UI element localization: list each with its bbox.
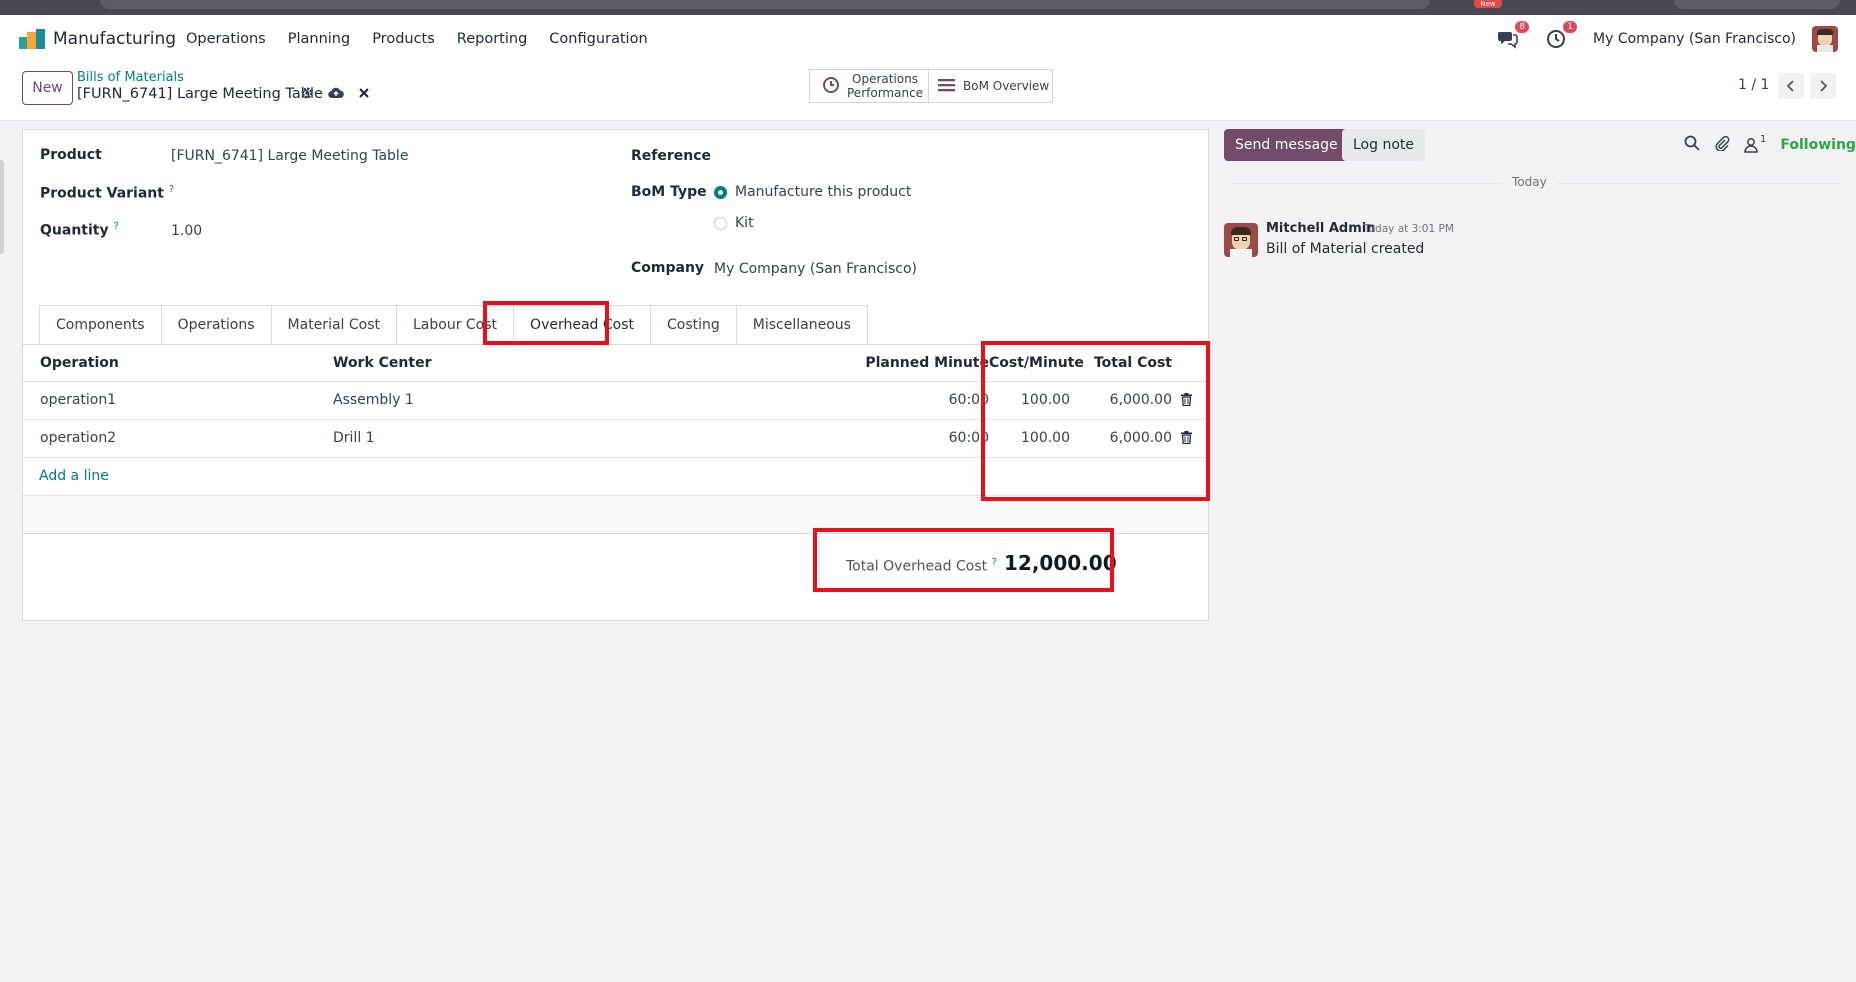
search-icon[interactable]	[1684, 135, 1700, 155]
author-avatar[interactable]	[1224, 223, 1258, 257]
row-work-center: Drill 1	[333, 430, 375, 446]
followers-count: 1	[1760, 134, 1767, 145]
bom-overview-button[interactable]: BoM Overview	[928, 69, 1053, 103]
user-icon	[1744, 138, 1758, 153]
message-body: Bill of Material created	[1266, 241, 1425, 257]
chatter-panel: Send message Log note 1 Following Today …	[1222, 121, 1856, 982]
tab-operations[interactable]: Operations	[160, 305, 272, 345]
menu-products[interactable]: Products	[372, 31, 435, 47]
quantity-label: Quantity ?	[40, 221, 119, 239]
chevron-right-icon	[1820, 80, 1828, 92]
control-panel: New Bills of Materials [FURN_6741] Large…	[0, 63, 1856, 121]
product-variant-label: Product Variant ?	[40, 184, 174, 202]
log-note-button[interactable]: Log note	[1342, 129, 1425, 161]
address-bar[interactable]	[100, 0, 1430, 9]
chatter-topbar-actions: 1 Following	[1684, 134, 1856, 155]
ops-line1: Operations	[852, 72, 919, 86]
bom-type-label: BoM Type	[631, 184, 707, 200]
manufacturing-app-icon[interactable]	[19, 29, 45, 49]
tab-costing[interactable]: Costing	[650, 305, 737, 345]
product-variant-field[interactable]	[171, 182, 471, 204]
product-label: Product	[40, 147, 102, 163]
clock-icon	[822, 76, 840, 97]
reference-field[interactable]	[713, 146, 1193, 168]
date-separator: Today	[1502, 175, 1557, 189]
systray: 8 1 My Company (San Francisco)	[1497, 15, 1856, 63]
pager-value[interactable]: 1 / 1	[1738, 77, 1769, 93]
menu-planning[interactable]: Planning	[288, 31, 350, 47]
ops-line2: Performance	[847, 86, 924, 100]
bom-type-option-manufacture[interactable]: Manufacture this product	[735, 184, 911, 200]
activities-badge: 1	[1563, 21, 1578, 33]
chevron-left-icon	[1786, 80, 1794, 92]
browser-chrome: New	[0, 0, 1856, 15]
highlight-overhead-tab	[483, 301, 609, 345]
column-planned-minute[interactable]: Planned Minute	[865, 355, 989, 371]
quantity-field[interactable]: 1.00	[171, 223, 202, 239]
tab-miscellaneous[interactable]: Miscellaneous	[735, 305, 868, 345]
highlight-total-overhead	[813, 528, 1114, 592]
top-menu: Operations Planning Products Reporting C…	[186, 31, 648, 47]
row-operation: operation2	[40, 430, 117, 446]
messages-badge: 8	[1515, 21, 1530, 33]
menu-configuration[interactable]: Configuration	[549, 31, 647, 47]
new-button[interactable]: New	[22, 71, 73, 105]
product-field[interactable]: [FURN_6741] Large Meeting Table	[171, 148, 408, 164]
main-navbar: Manufacturing Operations Planning Produc…	[0, 15, 1856, 63]
bom-overview-label: BoM Overview	[963, 79, 1050, 93]
radio-kit[interactable]	[714, 217, 727, 230]
row-work-center: Assembly 1	[333, 392, 414, 408]
send-message-button[interactable]: Send message	[1224, 129, 1349, 161]
pager-next-button[interactable]	[1810, 73, 1836, 99]
activities-clock-icon[interactable]: 1	[1545, 21, 1578, 51]
menu-operations[interactable]: Operations	[186, 31, 266, 47]
discard-close-icon[interactable]	[358, 86, 370, 104]
radio-manufacture[interactable]	[714, 186, 727, 199]
message-author[interactable]: Mitchell Admin	[1266, 221, 1375, 236]
add-line-link[interactable]: Add a line	[39, 468, 109, 484]
following-button[interactable]: Following	[1780, 137, 1856, 153]
row-operation: operation1	[40, 392, 117, 408]
browser-extension-area[interactable]	[1674, 0, 1840, 9]
company-label: Company	[631, 260, 705, 276]
new-badge-label: New	[1480, 0, 1496, 8]
highlight-cost-columns	[981, 341, 1210, 501]
user-avatar[interactable]	[1812, 26, 1838, 52]
record-actions	[300, 86, 370, 104]
reference-label: Reference	[631, 148, 712, 164]
bars-icon	[938, 78, 955, 95]
message-time: Today at 3:01 PM	[1364, 223, 1454, 235]
paperclip-icon[interactable]	[1714, 135, 1730, 155]
company-switcher[interactable]: My Company (San Francisco)	[1593, 31, 1796, 47]
sidebar-handle[interactable]	[0, 160, 4, 254]
bom-type-option-kit[interactable]: Kit	[735, 215, 754, 231]
notebook-tabs: Components Operations Material Cost Labo…	[39, 305, 868, 345]
tab-material-cost[interactable]: Material Cost	[270, 305, 397, 345]
quantity-label-text: Quantity	[40, 222, 109, 239]
operations-performance-button[interactable]: Operations Performance	[809, 69, 929, 103]
followers-button[interactable]: 1	[1744, 134, 1767, 153]
record-title: [FURN_6741] Large Meeting Table	[77, 86, 323, 102]
pager-previous-button[interactable]	[1778, 73, 1804, 99]
messages-icon[interactable]: 8	[1497, 21, 1530, 51]
new-badge: New	[1474, 0, 1502, 8]
column-operation[interactable]: Operation	[40, 355, 119, 371]
product-variant-label-text: Product Variant	[40, 185, 164, 202]
operations-performance-label: Operations Performance	[847, 72, 923, 100]
column-work-center[interactable]: Work Center	[333, 355, 431, 371]
save-cloud-icon[interactable]	[328, 86, 344, 104]
breadcrumb-bills-of-materials[interactable]: Bills of Materials	[77, 70, 184, 85]
help-tooltip-icon[interactable]: ?	[113, 221, 118, 232]
company-field[interactable]: My Company (San Francisco)	[714, 261, 917, 277]
tab-components[interactable]: Components	[39, 305, 162, 345]
menu-reporting[interactable]: Reporting	[457, 31, 528, 47]
gear-icon[interactable]	[300, 86, 314, 104]
app-name[interactable]: Manufacturing	[53, 29, 176, 49]
